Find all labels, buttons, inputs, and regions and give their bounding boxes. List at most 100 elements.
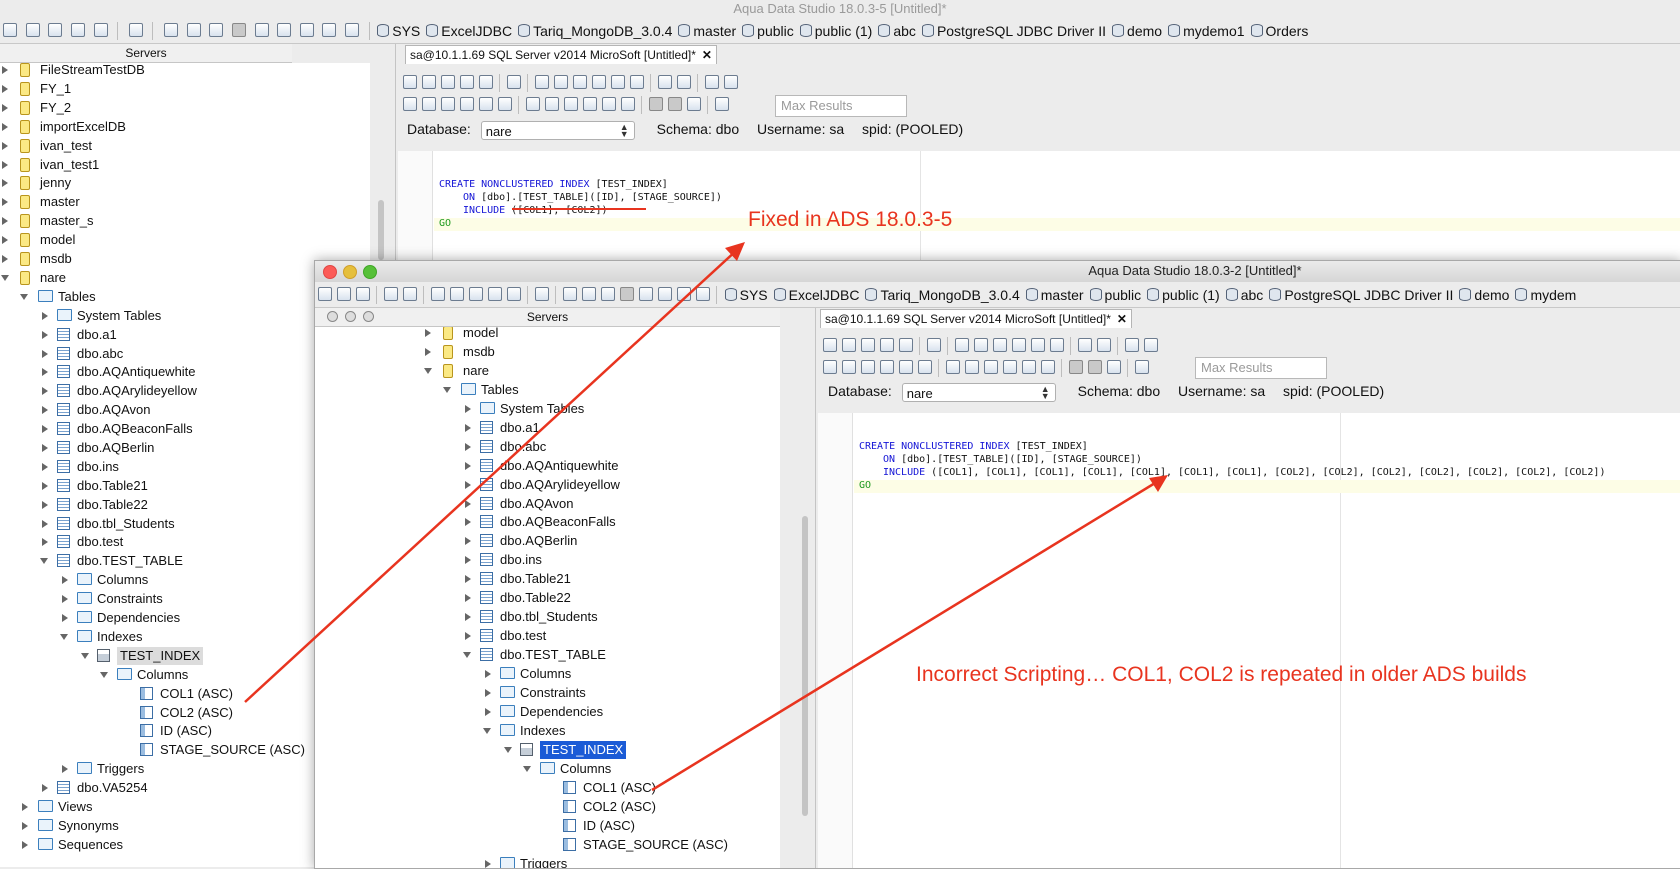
collapse-triangle-icon[interactable] — [100, 672, 108, 678]
new-icon[interactable] — [403, 75, 417, 89]
tree-node-folder[interactable]: Dependencies — [315, 703, 780, 721]
replace-icon[interactable] — [677, 75, 691, 89]
toolbar-icon[interactable] — [356, 287, 370, 301]
toolbar-icon[interactable] — [384, 287, 398, 301]
open-icon[interactable] — [842, 338, 856, 352]
expand-triangle-icon[interactable] — [2, 179, 8, 187]
expand-triangle-icon[interactable] — [22, 841, 28, 849]
tree-node-table[interactable]: dbo.abc — [315, 438, 780, 456]
replace-icon[interactable] — [1097, 338, 1111, 352]
save-as-icon[interactable] — [460, 75, 474, 89]
expand-triangle-icon[interactable] — [465, 405, 471, 413]
tree-node-database[interactable]: ivan_test — [0, 137, 370, 155]
expand-triangle-icon[interactable] — [2, 104, 8, 112]
expand-triangle-icon[interactable] — [465, 424, 471, 432]
collapse-triangle-icon[interactable] — [523, 766, 531, 772]
uppercase-icon[interactable] — [1144, 338, 1158, 352]
tree-node-database[interactable]: model — [315, 327, 780, 342]
open-icon[interactable] — [422, 75, 436, 89]
expand-triangle-icon[interactable] — [2, 198, 8, 206]
execute-step-icon[interactable] — [861, 360, 875, 374]
paste-icon[interactable] — [592, 75, 606, 89]
execute-icon[interactable] — [422, 97, 436, 111]
tree-node-table[interactable]: dbo.AQAntiquewhite — [315, 457, 780, 475]
run-all-icon[interactable] — [403, 97, 417, 111]
bookmark-item[interactable]: public (1) — [799, 18, 872, 43]
collapse-triangle-icon[interactable] — [20, 294, 28, 300]
toolbar-icon-selected[interactable] — [231, 23, 246, 37]
select-icon[interactable] — [535, 75, 549, 89]
undo-icon[interactable] — [1031, 338, 1045, 352]
expand-triangle-icon[interactable] — [465, 481, 471, 489]
tree-node-table[interactable]: dbo.tbl_Students — [315, 608, 780, 626]
bookmark-item[interactable]: ExcelJDBC — [426, 18, 512, 43]
bookmark-item[interactable]: master — [678, 18, 736, 43]
toolbar-icon[interactable] — [965, 360, 979, 374]
toolbar-icon[interactable] — [277, 23, 292, 37]
expand-triangle-icon[interactable] — [465, 575, 471, 583]
expand-triangle-icon[interactable] — [465, 632, 471, 640]
expand-triangle-icon[interactable] — [22, 822, 28, 830]
rollback-icon[interactable] — [479, 97, 493, 111]
toolbar-icon[interactable] — [3, 23, 17, 37]
tree-node-database[interactable]: FY_1 — [0, 80, 370, 98]
toolbar-icon[interactable] — [583, 97, 597, 111]
toolbar-icon[interactable] — [337, 287, 351, 301]
toolbar-icon[interactable] — [696, 287, 710, 301]
expand-triangle-icon[interactable] — [2, 236, 8, 244]
find-icon[interactable] — [1078, 338, 1092, 352]
toolbar-icon[interactable] — [1041, 360, 1055, 374]
save-all-icon[interactable] — [899, 338, 913, 352]
toolbar-icon[interactable] — [322, 23, 337, 37]
tree-node-column[interactable]: ID (ASC) — [315, 817, 780, 835]
print-icon[interactable] — [507, 75, 521, 89]
old-max-results-input[interactable]: Max Results — [1195, 357, 1327, 379]
tree-node-table[interactable]: dbo.a1 — [315, 419, 780, 437]
toolbar-icon[interactable] — [128, 23, 143, 37]
toolbar-icon[interactable] — [1003, 360, 1017, 374]
tree-node-table[interactable]: dbo.TEST_TABLE — [315, 646, 780, 664]
save-all-icon[interactable] — [479, 75, 493, 89]
toolbar-icon[interactable] — [582, 287, 596, 301]
toolbar-icon[interactable] — [564, 97, 578, 111]
tree-node-database[interactable]: master_s — [0, 212, 370, 230]
lowercase-icon[interactable] — [705, 75, 719, 89]
bookmark-item[interactable]: mydemo1 — [1168, 18, 1245, 43]
collapse-triangle-icon[interactable] — [424, 368, 432, 374]
bookmark-item[interactable]: Tariq_MongoDB_3.0.4 — [518, 18, 672, 43]
tree-node-database[interactable]: msdb — [315, 343, 780, 361]
expand-triangle-icon[interactable] — [465, 594, 471, 602]
tree-node-folder[interactable]: System Tables — [315, 400, 780, 418]
cut-icon[interactable] — [974, 338, 988, 352]
tree-node-database[interactable]: nare — [315, 362, 780, 380]
expand-triangle-icon[interactable] — [42, 501, 48, 509]
stop-icon[interactable] — [498, 97, 512, 111]
tree-node-table[interactable]: dbo.test — [315, 627, 780, 645]
uppercase-icon[interactable] — [724, 75, 738, 89]
save-icon[interactable] — [441, 75, 455, 89]
toolbar-icon[interactable] — [299, 23, 314, 37]
toolbar-icon[interactable] — [535, 287, 549, 301]
expand-triangle-icon[interactable] — [2, 161, 8, 169]
toolbar-icon[interactable] — [545, 97, 559, 111]
toolbar-icon[interactable] — [209, 23, 224, 37]
bookmark-item[interactable]: abc — [1225, 282, 1263, 307]
bookmark-item[interactable]: SYS — [724, 282, 768, 307]
expand-triangle-icon[interactable] — [465, 556, 471, 564]
tree-node-database[interactable]: importExcelDB — [0, 118, 370, 136]
copy-icon[interactable] — [993, 338, 1007, 352]
toolbar-icon[interactable] — [507, 287, 521, 301]
expand-triangle-icon[interactable] — [2, 142, 8, 150]
toolbar-icon[interactable] — [450, 287, 464, 301]
tree-node-table[interactable]: dbo.Table22 — [315, 589, 780, 607]
tree-node-table[interactable]: dbo.AQAvon — [315, 495, 780, 513]
collapse-triangle-icon[interactable] — [40, 558, 48, 564]
tree-node-folder[interactable]: Columns — [315, 665, 780, 683]
expand-triangle-icon[interactable] — [42, 331, 48, 339]
expand-triangle-icon[interactable] — [465, 613, 471, 621]
copy-icon[interactable] — [573, 75, 587, 89]
paste-icon[interactable] — [1012, 338, 1026, 352]
expand-triangle-icon[interactable] — [62, 765, 68, 773]
run-all-icon[interactable] — [823, 360, 837, 374]
toolbar-icon[interactable] — [946, 360, 960, 374]
